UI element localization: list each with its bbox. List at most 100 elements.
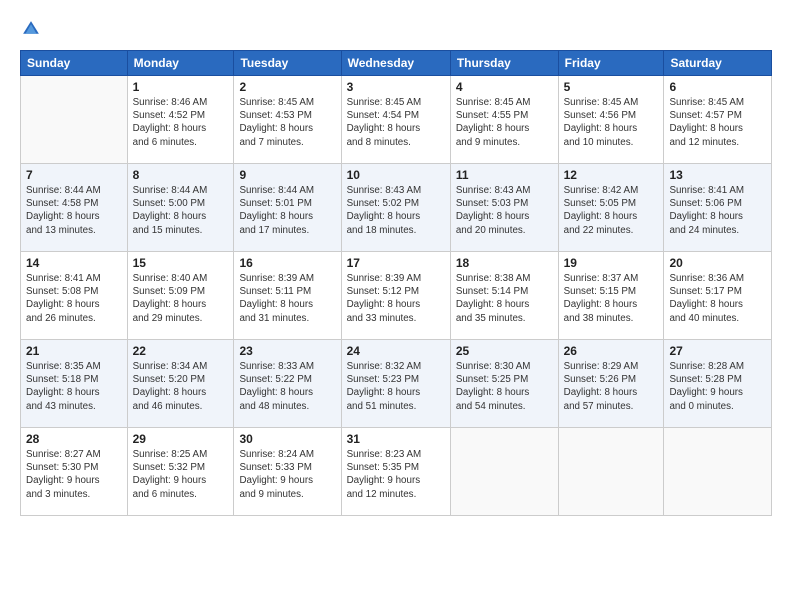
day-number: 13 — [669, 168, 766, 182]
sunrise-text: Sunrise: 8:38 AM — [456, 273, 531, 284]
header-wednesday: Wednesday — [341, 51, 450, 76]
calendar-week-5: 28Sunrise: 8:27 AMSunset: 5:30 PMDayligh… — [21, 428, 772, 516]
calendar-day: 28Sunrise: 8:27 AMSunset: 5:30 PMDayligh… — [21, 428, 128, 516]
sunrise-text: Sunrise: 8:34 AM — [133, 361, 208, 372]
day-info: Sunrise: 8:45 AMSunset: 4:54 PMDaylight:… — [347, 96, 445, 149]
day-info: Sunrise: 8:34 AMSunset: 5:20 PMDaylight:… — [133, 360, 229, 413]
daylight-text: Daylight: 8 hours — [564, 299, 638, 310]
calendar-day — [450, 428, 558, 516]
sunset-text: Sunset: 5:15 PM — [564, 286, 636, 297]
sunset-text: Sunset: 5:28 PM — [669, 374, 741, 385]
day-number: 11 — [456, 168, 553, 182]
sunset-text: Sunset: 4:53 PM — [239, 110, 311, 121]
day-info: Sunrise: 8:29 AMSunset: 5:26 PMDaylight:… — [564, 360, 659, 413]
sunset-text: Sunset: 5:18 PM — [26, 374, 98, 385]
day-number: 16 — [239, 256, 335, 270]
calendar-week-1: 1Sunrise: 8:46 AMSunset: 4:52 PMDaylight… — [21, 76, 772, 164]
day-info: Sunrise: 8:45 AMSunset: 4:57 PMDaylight:… — [669, 96, 766, 149]
daylight-text-2: and 40 minutes. — [669, 313, 739, 324]
daylight-text: Daylight: 8 hours — [456, 387, 530, 398]
sunrise-text: Sunrise: 8:36 AM — [669, 273, 744, 284]
calendar-day: 24 Sunrise: 8:32 AMSunset: 5:23 PMDayligh… — [341, 340, 450, 428]
calendar-day: 20Sunrise: 8:36 AMSunset: 5:17 PMDayligh… — [664, 252, 772, 340]
day-info: Sunrise: 8:36 AMSunset: 5:17 PMDaylight:… — [669, 272, 766, 325]
header-tuesday: Tuesday — [234, 51, 341, 76]
daylight-text: Daylight: 8 hours — [239, 299, 313, 310]
day-number: 30 — [239, 432, 335, 446]
daylight-text-2: and 18 minutes. — [347, 225, 417, 236]
sunrise-text: Sunrise: 8:35 AM — [26, 361, 101, 372]
daylight-text-2: and 31 minutes. — [239, 313, 309, 324]
daylight-text-2: and 10 minutes. — [564, 137, 634, 148]
daylight-text: Daylight: 8 hours — [456, 211, 530, 222]
day-info: Sunrise: 8:35 AMSunset: 5:18 PMDaylight:… — [26, 360, 122, 413]
day-info: Sunrise: 8:32 AMSunset: 5:23 PMDaylight:… — [347, 360, 445, 413]
day-number: 23 — [239, 344, 335, 358]
calendar-day: 23Sunrise: 8:33 AMSunset: 5:22 PMDayligh… — [234, 340, 341, 428]
daylight-text-2: and 22 minutes. — [564, 225, 634, 236]
calendar-day: 9Sunrise: 8:44 AMSunset: 5:01 PMDaylight… — [234, 164, 341, 252]
sunrise-text: Sunrise: 8:45 AM — [564, 97, 639, 108]
calendar-header-row: SundayMondayTuesdayWednesdayThursdayFrid… — [21, 51, 772, 76]
sunset-text: Sunset: 5:11 PM — [239, 286, 311, 297]
daylight-text-2: and 33 minutes. — [347, 313, 417, 324]
daylight-text-2: and 3 minutes. — [26, 489, 90, 500]
calendar-day: 26Sunrise: 8:29 AMSunset: 5:26 PMDayligh… — [558, 340, 664, 428]
calendar-day: 1Sunrise: 8:46 AMSunset: 4:52 PMDaylight… — [127, 76, 234, 164]
sunrise-text: Sunrise: 8:42 AM — [564, 185, 639, 196]
calendar-day: 22Sunrise: 8:34 AMSunset: 5:20 PMDayligh… — [127, 340, 234, 428]
sunrise-text: Sunrise: 8:27 AM — [26, 449, 101, 460]
calendar-day: 27Sunrise: 8:28 AMSunset: 5:28 PMDayligh… — [664, 340, 772, 428]
day-info: Sunrise: 8:39 AMSunset: 5:12 PMDaylight:… — [347, 272, 445, 325]
daylight-text-2: and 51 minutes. — [347, 401, 417, 412]
day-info: Sunrise: 8:39 AMSunset: 5:11 PMDaylight:… — [239, 272, 335, 325]
day-number: 29 — [133, 432, 229, 446]
daylight-text: Daylight: 8 hours — [133, 123, 207, 134]
day-number: 8 — [133, 168, 229, 182]
day-info: Sunrise: 8:44 AMSunset: 4:58 PMDaylight:… — [26, 184, 122, 237]
daylight-text: Daylight: 8 hours — [239, 123, 313, 134]
calendar-day: 12Sunrise: 8:42 AMSunset: 5:05 PMDayligh… — [558, 164, 664, 252]
sunset-text: Sunset: 5:32 PM — [133, 462, 205, 473]
sunrise-text: Sunrise: 8:45 AM — [456, 97, 531, 108]
sunrise-text: Sunrise: 8:45 AM — [669, 97, 744, 108]
calendar-day — [21, 76, 128, 164]
day-info: Sunrise: 8:40 AMSunset: 5:09 PMDaylight:… — [133, 272, 229, 325]
day-number: 24 — [347, 344, 445, 358]
daylight-text-2: and 54 minutes. — [456, 401, 526, 412]
daylight-text-2: and 24 minutes. — [669, 225, 739, 236]
calendar-day: 13Sunrise: 8:41 AMSunset: 5:06 PMDayligh… — [664, 164, 772, 252]
daylight-text: Daylight: 8 hours — [347, 211, 421, 222]
calendar-week-4: 21 Sunrise: 8:35 AM Sunset: 5:18 PM Dayligh… — [21, 340, 772, 428]
calendar-day: 16 Sunrise: 8:39 AMSunset: 5:11 PMDayligh… — [234, 252, 341, 340]
daylight-text: Daylight: 8 hours — [669, 211, 743, 222]
header-saturday: Saturday — [664, 51, 772, 76]
daylight-text-2: and 15 minutes. — [133, 225, 203, 236]
day-number: 1 — [133, 80, 229, 94]
day-info: Sunrise: 8:28 AMSunset: 5:28 PMDaylight:… — [669, 360, 766, 413]
day-info: Sunrise: 8:45 AMSunset: 4:53 PMDaylight:… — [239, 96, 335, 149]
day-number: 4 — [456, 80, 553, 94]
day-info: Sunrise: 8:38 AMSunset: 5:14 PMDaylight:… — [456, 272, 553, 325]
sunrise-text: Sunrise: 8:30 AM — [456, 361, 531, 372]
day-number: 21 — [26, 344, 122, 358]
sunset-text: Sunset: 5:06 PM — [669, 198, 741, 209]
sunrise-text: Sunrise: 8:46 AM — [133, 97, 208, 108]
daylight-text: Daylight: 8 hours — [347, 123, 421, 134]
daylight-text-2: and 48 minutes. — [239, 401, 309, 412]
daylight-text-2: and 0 minutes. — [669, 401, 733, 412]
daylight-text: Daylight: 9 hours — [133, 475, 207, 486]
day-number: 12 — [564, 168, 659, 182]
sunset-text: Sunset: 5:09 PM — [133, 286, 205, 297]
sunrise-text: Sunrise: 8:43 AM — [347, 185, 422, 196]
calendar-day: 30Sunrise: 8:24 AMSunset: 5:33 PMDayligh… — [234, 428, 341, 516]
day-info: Sunrise: 8:30 AMSunset: 5:25 PMDaylight:… — [456, 360, 553, 413]
daylight-text: Daylight: 8 hours — [669, 299, 743, 310]
calendar-day: 11Sunrise: 8:43 AMSunset: 5:03 PMDayligh… — [450, 164, 558, 252]
day-number: 7 — [26, 168, 122, 182]
sunrise-text: Sunrise: 8:24 AM — [239, 449, 314, 460]
daylight-text-2: and 8 minutes. — [347, 137, 411, 148]
daylight-text: Daylight: 9 hours — [347, 475, 421, 486]
calendar-day: 18Sunrise: 8:38 AMSunset: 5:14 PMDayligh… — [450, 252, 558, 340]
logo-icon — [20, 18, 42, 40]
